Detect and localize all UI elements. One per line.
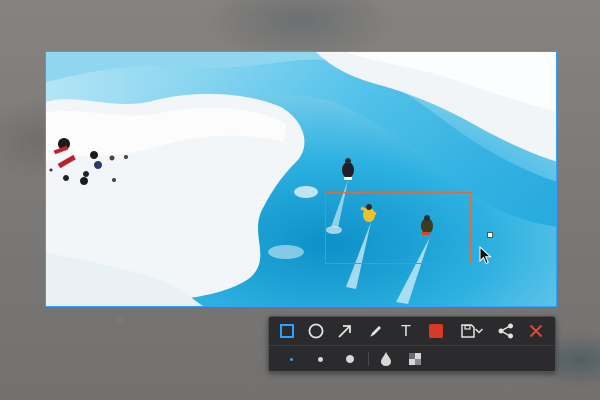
blur-tool-button[interactable] bbox=[374, 347, 398, 371]
row-separator bbox=[368, 352, 369, 366]
drop-icon bbox=[381, 352, 391, 366]
resize-handle[interactable] bbox=[487, 232, 493, 238]
ellipse-tool-button[interactable] bbox=[304, 319, 328, 343]
text-tool-button[interactable]: T bbox=[394, 319, 418, 343]
close-icon bbox=[529, 324, 543, 338]
close-button[interactable] bbox=[524, 319, 548, 343]
pen-tool-button[interactable] bbox=[364, 319, 388, 343]
arrow-icon bbox=[338, 325, 351, 338]
small-dot-icon bbox=[289, 357, 293, 361]
rectangle-tool-button[interactable] bbox=[275, 319, 299, 343]
chevron-down-icon bbox=[474, 328, 484, 334]
share-button[interactable] bbox=[494, 319, 518, 343]
annotation-rectangle[interactable] bbox=[325, 192, 471, 264]
color-picker-button[interactable] bbox=[424, 319, 448, 343]
annotation-toolbar: T bbox=[268, 316, 556, 372]
mosaic-tool-button[interactable] bbox=[403, 347, 427, 371]
pencil-icon bbox=[370, 326, 381, 337]
rectangle-icon bbox=[280, 324, 294, 338]
share-icon bbox=[498, 323, 513, 339]
arrow-tool-button[interactable] bbox=[333, 319, 357, 343]
toolbar-divider bbox=[269, 345, 555, 346]
large-dot-icon bbox=[346, 355, 354, 363]
size-medium-button[interactable] bbox=[308, 347, 332, 371]
color-swatch bbox=[429, 324, 443, 338]
text-icon: T bbox=[401, 322, 411, 340]
medium-dot-icon bbox=[317, 356, 323, 362]
size-small-button[interactable] bbox=[279, 347, 303, 371]
circle-icon bbox=[308, 323, 324, 339]
mosaic-icon bbox=[409, 353, 421, 365]
size-large-button[interactable] bbox=[338, 347, 362, 371]
mouse-cursor-icon bbox=[479, 245, 492, 269]
save-options-dropdown[interactable] bbox=[473, 319, 485, 343]
